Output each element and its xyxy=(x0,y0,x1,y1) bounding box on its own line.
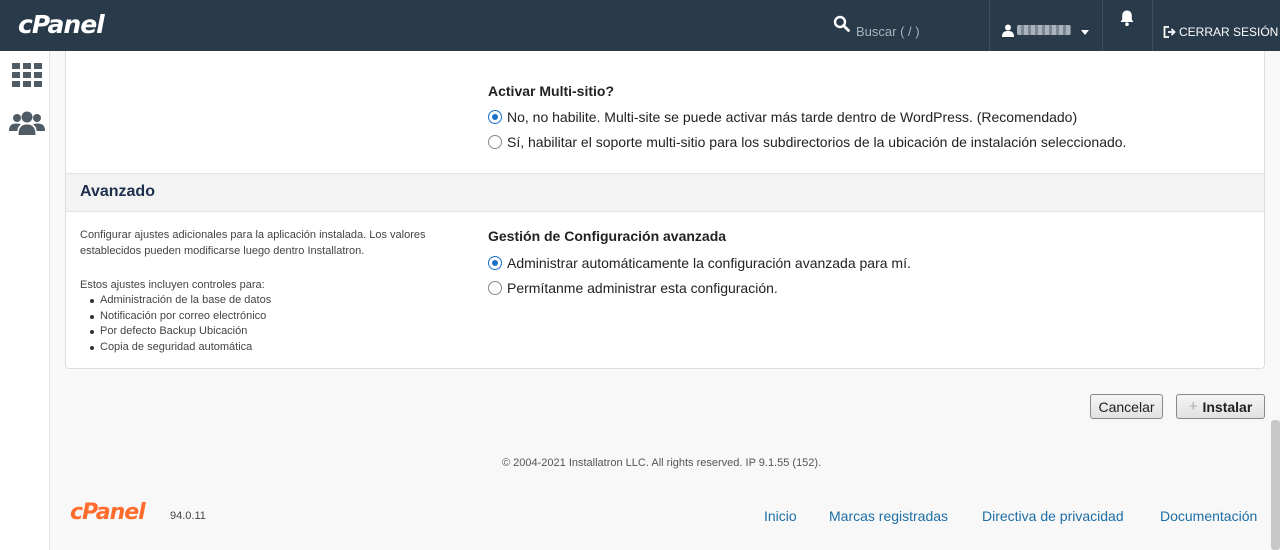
user-menu[interactable] xyxy=(990,0,1102,51)
advanced-includes-list: Administración de la base de datos Notif… xyxy=(88,293,271,355)
install-button[interactable]: + Instalar xyxy=(1176,394,1265,419)
advanced-title: Avanzado xyxy=(80,183,155,200)
cancel-button[interactable]: Cancelar xyxy=(1090,394,1163,419)
description-line: Configurar ajustes adicionales para la a… xyxy=(80,229,426,241)
cpanel-logo[interactable]: cPanel xyxy=(18,10,105,39)
logout-button[interactable]: CERRAR SESIÓN xyxy=(1163,22,1278,42)
footer-cpanel-logo[interactable]: cPanel xyxy=(70,500,146,525)
search-icon[interactable] xyxy=(833,15,851,33)
radio-label: Administrar automáticamente la configura… xyxy=(507,255,911,271)
multisite-option-yes[interactable]: Sí, habilitar el soporte multi-sitio par… xyxy=(488,134,1126,150)
username-redacted xyxy=(1017,25,1071,35)
search-input[interactable] xyxy=(856,19,976,43)
radio-button-checked[interactable] xyxy=(488,110,502,124)
divider xyxy=(1152,0,1153,51)
radio-label: No, no habilite. Multi-site se puede act… xyxy=(507,109,1078,125)
footer-link-trademarks[interactable]: Marcas registradas xyxy=(829,508,948,524)
copyright-text: © 2004-2021 Installatron LLC. All rights… xyxy=(502,457,822,469)
logout-label: CERRAR SESIÓN xyxy=(1179,25,1279,39)
radio-button-checked[interactable] xyxy=(488,256,502,270)
apps-grid-icon[interactable] xyxy=(12,63,42,87)
list-item: Administración de la base de datos xyxy=(88,293,271,309)
advanced-description: Configurar ajustes adicionales para la a… xyxy=(80,228,425,259)
footer-link-home[interactable]: Inicio xyxy=(764,508,797,524)
install-label: Instalar xyxy=(1202,398,1253,415)
advanced-includes-label: Estos ajustes incluyen controles para: xyxy=(80,279,265,291)
scrollbar-thumb[interactable] xyxy=(1271,420,1280,550)
advanced-option-manual[interactable]: Permítanme administrar esta configuració… xyxy=(488,280,778,296)
chevron-down-icon xyxy=(1081,30,1089,35)
multisite-label: Activar Multi-sitio? xyxy=(488,83,615,99)
logout-icon xyxy=(1163,26,1176,38)
user-icon xyxy=(1002,24,1014,37)
radio-label: Permítanme administrar esta configuració… xyxy=(507,280,778,296)
plus-icon: + xyxy=(1188,398,1198,415)
advanced-option-auto[interactable]: Administrar automáticamente la configura… xyxy=(488,255,911,271)
description-line: establecidos pueden modificarse luego de… xyxy=(80,244,365,257)
radio-button[interactable] xyxy=(488,281,502,295)
install-options-panel: Activar Multi-sitio? No, no habilite. Mu… xyxy=(65,51,1265,369)
top-bar: cPanel CERRAR SESIÓN xyxy=(0,0,1280,51)
list-item: Copia de seguridad automática xyxy=(88,340,271,356)
radio-label: Sí, habilitar el soporte multi-sitio par… xyxy=(507,134,1127,150)
radio-button[interactable] xyxy=(488,135,502,149)
footer-link-privacy[interactable]: Directiva de privacidad xyxy=(982,508,1124,524)
advanced-section-header: Avanzado xyxy=(66,173,1264,212)
left-sidebar xyxy=(0,51,50,550)
footer-link-documentation[interactable]: Documentación xyxy=(1160,508,1257,524)
version-number: 94.0.11 xyxy=(170,510,206,522)
list-item: Por defecto Backup Ubicación xyxy=(88,324,271,340)
users-icon[interactable] xyxy=(9,111,45,137)
divider xyxy=(1102,0,1103,51)
bell-icon[interactable] xyxy=(1118,9,1136,27)
list-item: Notificación por correo electrónico xyxy=(88,309,271,325)
multisite-option-no[interactable]: No, no habilite. Multi-site se puede act… xyxy=(488,109,1077,125)
advanced-config-label: Gestión de Configuración avanzada xyxy=(488,228,727,244)
